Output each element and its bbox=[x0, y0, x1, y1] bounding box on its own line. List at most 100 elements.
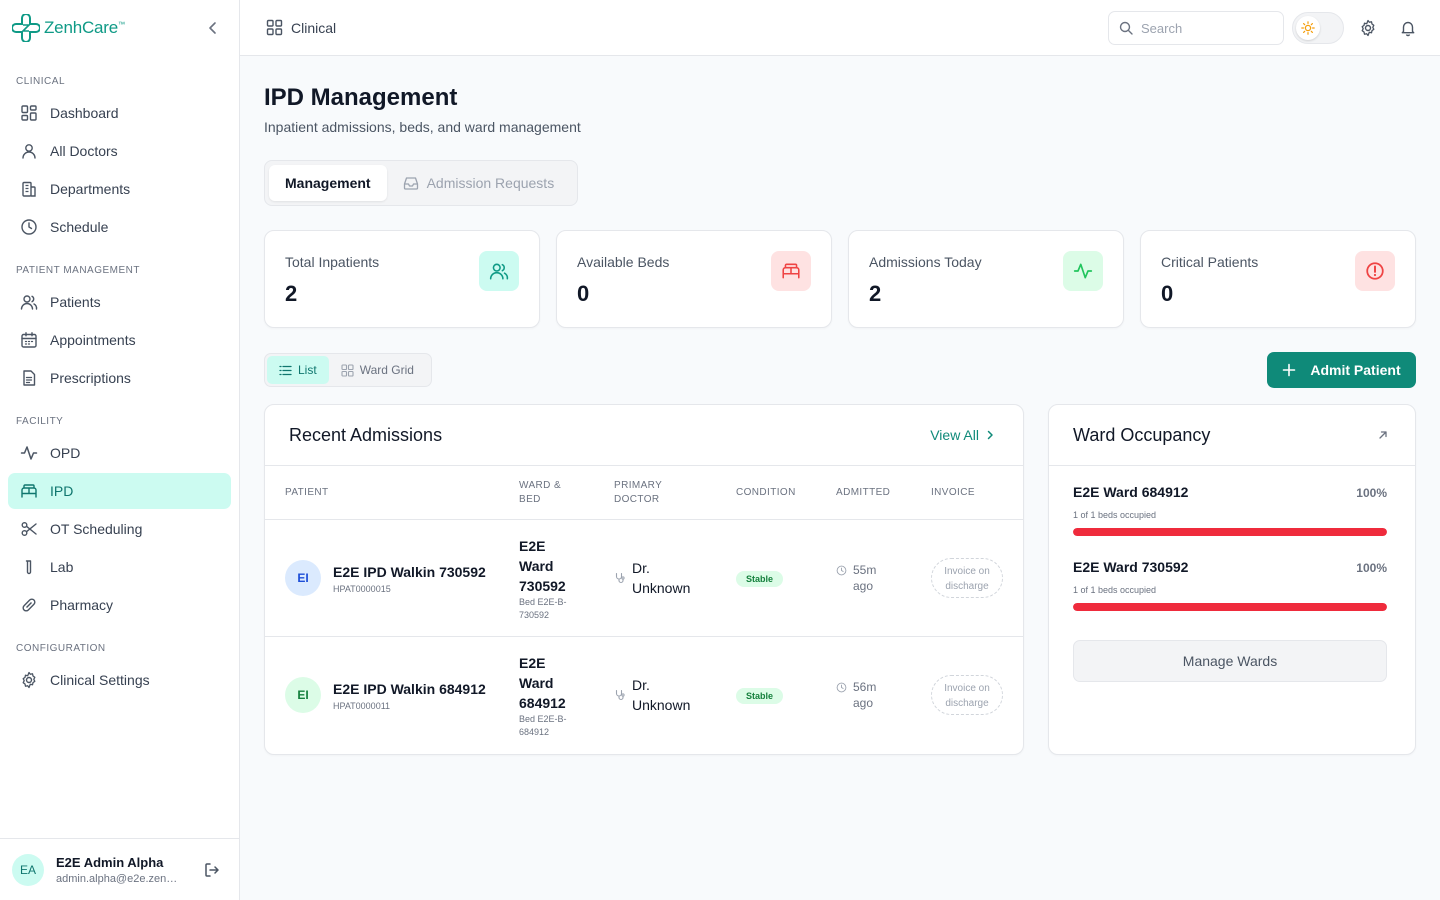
bell-icon[interactable] bbox=[1399, 19, 1417, 37]
occupancy-percent: 100% bbox=[1356, 486, 1387, 500]
ward-grid-view-button[interactable]: Ward Grid bbox=[329, 356, 426, 384]
col-primary-doctor: PRIMARY DOCTOR bbox=[614, 480, 663, 505]
manage-wards-button[interactable]: Manage Wards bbox=[1073, 640, 1387, 682]
breadcrumb-label: Clinical bbox=[291, 19, 337, 36]
table-row[interactable]: EI E2E IPD Walkin 684912 HPAT0000011 E2E… bbox=[265, 637, 1023, 754]
sidebar-item-prescriptions[interactable]: Prescriptions bbox=[8, 360, 231, 396]
admit-patient-button[interactable]: Admit Patient bbox=[1267, 352, 1416, 388]
plus-icon bbox=[1283, 363, 1296, 377]
stat-value: 2 bbox=[869, 281, 882, 306]
inbox-icon bbox=[403, 177, 418, 190]
recent-admissions-card: Recent Admissions View All PATIENT WARD … bbox=[264, 404, 1024, 755]
search-box[interactable] bbox=[1108, 11, 1284, 45]
clock-icon bbox=[836, 565, 847, 576]
patient-name[interactable]: E2E IPD Walkin 684912 bbox=[333, 681, 486, 697]
activity-icon bbox=[1073, 263, 1093, 279]
building-icon bbox=[22, 181, 36, 197]
sidebar-item-label: Lab bbox=[50, 559, 74, 575]
invoice-status: Invoice on discharge bbox=[931, 675, 1003, 715]
table-row[interactable]: EI E2E IPD Walkin 730592 HPAT0000015 E2E… bbox=[265, 520, 1023, 637]
ward-name: E2E Ward 684912 bbox=[519, 655, 566, 711]
search-input[interactable] bbox=[1141, 20, 1271, 36]
brand-name: ZenhCare™ bbox=[44, 18, 125, 37]
zenhcare-logo-icon bbox=[12, 14, 40, 42]
admitted-time: 56m ago bbox=[836, 679, 893, 711]
stats-row: Total Inpatients 2 Available Beds 0 Admi… bbox=[264, 230, 1416, 328]
sidebar-item-lab[interactable]: Lab bbox=[8, 549, 231, 585]
sidebar-item-clinical-settings[interactable]: Clinical Settings bbox=[8, 662, 231, 698]
users-icon bbox=[489, 263, 509, 280]
sidebar-item-schedule[interactable]: Schedule bbox=[8, 209, 231, 245]
sidebar-item-label: Schedule bbox=[50, 219, 109, 235]
scissors-icon bbox=[21, 522, 37, 536]
sidebar-item-label: OPD bbox=[50, 445, 81, 461]
col-ward-bed: WARD & BED bbox=[519, 480, 562, 505]
breadcrumb: Clinical bbox=[266, 19, 336, 36]
sidebar-item-ipd[interactable]: IPD bbox=[8, 473, 231, 509]
nav-section-title: CLINICAL bbox=[16, 76, 66, 87]
stat-value: 0 bbox=[577, 281, 590, 306]
avatar: EA bbox=[12, 853, 44, 886]
arrow-up-right-icon[interactable] bbox=[1377, 429, 1389, 441]
sidebar-item-label: Prescriptions bbox=[50, 370, 131, 386]
user-email: admin.alpha@e2e.zenhcare.com bbox=[56, 872, 182, 885]
clock-icon bbox=[836, 682, 847, 693]
topbar: Clinical bbox=[240, 0, 1440, 56]
pill-icon bbox=[22, 598, 36, 612]
sidebar-item-label: Departments bbox=[50, 181, 131, 197]
tab-management[interactable]: Management bbox=[269, 165, 387, 201]
admitted-text: 55m ago bbox=[853, 563, 877, 593]
sidebar-item-appointments[interactable]: Appointments bbox=[8, 322, 231, 358]
table-body: EI E2E IPD Walkin 730592 HPAT0000015 E2E… bbox=[265, 520, 1023, 754]
stat-card-available-beds: Available Beds 0 bbox=[556, 230, 832, 328]
doctor-name: Dr. Unknown bbox=[632, 560, 691, 596]
nav-section-title: CONFIGURATION bbox=[16, 643, 106, 654]
user-name: E2E Admin Alpha bbox=[56, 854, 164, 870]
view-all-link[interactable]: View All bbox=[930, 427, 995, 443]
table-header: PATIENT WARD & BED PRIMARY DOCTOR CONDIT… bbox=[265, 466, 1023, 520]
activity-icon bbox=[20, 446, 38, 460]
gear-icon[interactable] bbox=[1359, 19, 1377, 37]
sidebar-item-pharmacy[interactable]: Pharmacy bbox=[8, 587, 231, 623]
grid-icon bbox=[266, 19, 283, 36]
stat-value: 0 bbox=[1161, 281, 1174, 306]
sidebar-item-label: All Doctors bbox=[50, 143, 118, 159]
sidebar-item-label: Dashboard bbox=[50, 105, 119, 121]
stat-card-total-inpatients: Total Inpatients 2 bbox=[264, 230, 540, 328]
user-icon bbox=[22, 144, 36, 159]
occupancy-bar bbox=[1073, 528, 1387, 536]
sidebar-item-opd[interactable]: OPD bbox=[8, 435, 231, 471]
card-title: Recent Admissions bbox=[289, 424, 443, 445]
col-condition: CONDITION bbox=[736, 487, 796, 498]
tab-admission-requests[interactable]: Admission Requests bbox=[387, 165, 571, 201]
clock-icon bbox=[21, 219, 37, 235]
logout-icon[interactable] bbox=[203, 861, 221, 879]
sidebar-item-departments[interactable]: Departments bbox=[8, 171, 231, 207]
page-subtitle: Inpatient admissions, beds, and ward man… bbox=[264, 119, 581, 135]
stat-icon-badge bbox=[1355, 251, 1395, 291]
ward-name: E2E Ward 730592 bbox=[1073, 559, 1189, 575]
doctor-name: Dr. Unknown bbox=[632, 677, 691, 713]
list-view-button[interactable]: List bbox=[267, 356, 329, 384]
sidebar-item-dashboard[interactable]: Dashboard bbox=[8, 95, 231, 131]
sidebar-item-label: OT Scheduling bbox=[50, 521, 143, 537]
ward-occupancy-item: E2E Ward 730592 100% 1 of 1 beds occupie… bbox=[1049, 541, 1415, 616]
gear-icon bbox=[22, 671, 36, 689]
alert-circle-icon bbox=[1366, 262, 1384, 280]
page-title: IPD Management bbox=[264, 84, 458, 111]
user-profile[interactable]: EA E2E Admin Alpha admin.alpha@e2e.zenhc… bbox=[0, 838, 239, 900]
theme-toggle[interactable] bbox=[1292, 12, 1344, 44]
occupancy-bar-fill bbox=[1073, 528, 1387, 536]
stat-icon-badge bbox=[771, 251, 811, 291]
sidebar-item-all-doctors[interactable]: All Doctors bbox=[8, 133, 231, 169]
col-invoice: INVOICE bbox=[931, 487, 975, 498]
stat-card-critical-patients: Critical Patients 0 bbox=[1140, 230, 1416, 328]
sidebar-item-patients[interactable]: Patients bbox=[8, 284, 231, 320]
patient-name[interactable]: E2E IPD Walkin 730592 bbox=[333, 564, 486, 580]
chevron-left-icon[interactable] bbox=[205, 20, 221, 36]
stat-label: Critical Patients bbox=[1161, 254, 1259, 270]
search-icon bbox=[1119, 21, 1133, 35]
primary-doctor: Dr. Unknown bbox=[614, 675, 712, 715]
bed-icon bbox=[21, 484, 37, 498]
sidebar-item-ot-scheduling[interactable]: OT Scheduling bbox=[8, 511, 231, 547]
